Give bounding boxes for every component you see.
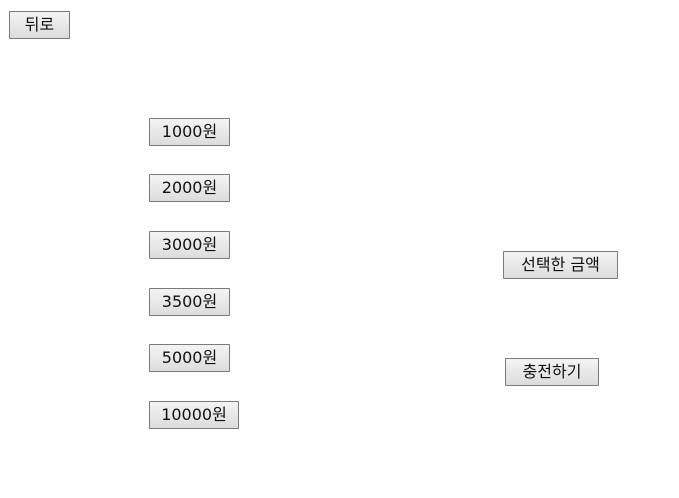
amount-button-3500[interactable]: 3500원 [149, 288, 230, 316]
charge-button[interactable]: 충전하기 [505, 358, 599, 386]
amount-button-5000[interactable]: 5000원 [149, 344, 230, 372]
amount-button-3000[interactable]: 3000원 [149, 231, 230, 259]
back-button[interactable]: 뒤로 [9, 11, 70, 39]
amount-button-10000[interactable]: 10000원 [149, 401, 239, 429]
amount-button-1000[interactable]: 1000원 [149, 118, 230, 146]
selected-amount-button[interactable]: 선택한 금액 [503, 251, 618, 279]
amount-button-2000[interactable]: 2000원 [149, 174, 230, 202]
